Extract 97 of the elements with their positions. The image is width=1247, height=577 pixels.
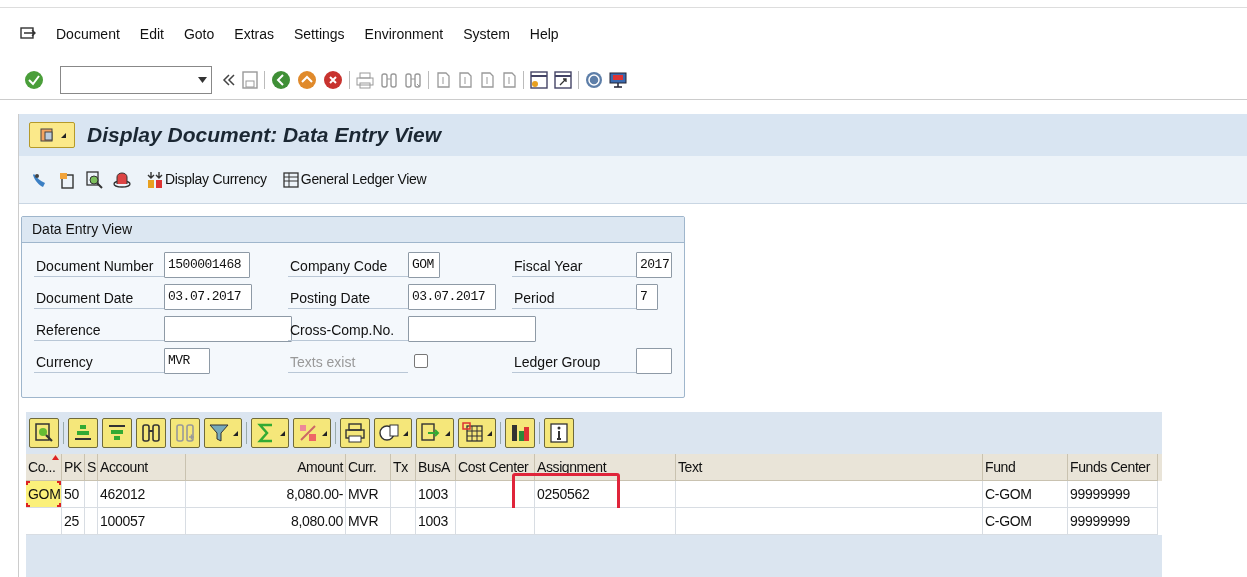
views-button[interactable] xyxy=(374,418,412,448)
graphic-button[interactable] xyxy=(505,418,535,448)
views-icon xyxy=(378,422,400,444)
table-cell xyxy=(391,508,416,535)
layout-icon xyxy=(462,422,484,444)
input-field[interactable] xyxy=(636,348,672,374)
find-next-icon[interactable] xyxy=(404,70,422,89)
find-next-button[interactable] xyxy=(170,418,200,448)
help-icon[interactable] xyxy=(585,70,603,89)
check-icon[interactable] xyxy=(24,69,44,90)
find-icon[interactable] xyxy=(380,70,398,89)
information-icon xyxy=(548,422,570,444)
table-cell xyxy=(391,481,416,508)
table-cell: 99999999 xyxy=(1068,481,1158,508)
caret-icon xyxy=(403,430,408,436)
menu-item[interactable]: Environment xyxy=(364,23,444,45)
print-preview-button[interactable] xyxy=(340,418,370,448)
menu-item[interactable]: Goto xyxy=(183,23,215,45)
details-button[interactable] xyxy=(29,418,59,448)
table-cell: 25 xyxy=(62,508,85,535)
table-cell: 99999999 xyxy=(1068,508,1158,535)
caret-icon xyxy=(445,430,450,436)
shortcut-icon[interactable] xyxy=(554,70,572,89)
sort-descending-button[interactable] xyxy=(102,418,132,448)
print-preview-icon xyxy=(344,422,366,444)
find-icon xyxy=(140,422,162,444)
menu-item[interactable]: Help xyxy=(529,23,559,45)
caret-icon xyxy=(487,430,492,436)
new-session-icon[interactable] xyxy=(530,70,548,89)
graphic-icon xyxy=(509,422,531,444)
collapse-icon[interactable] xyxy=(222,72,236,87)
table-cell: 100057 xyxy=(98,508,186,535)
table-cell: 1003 xyxy=(416,481,456,508)
sort-indicator-icon xyxy=(52,455,59,460)
document-change-icon[interactable] xyxy=(59,170,75,189)
table-cell xyxy=(85,508,98,535)
table-cell xyxy=(85,481,98,508)
table-cell: 50 xyxy=(62,481,85,508)
magnifier-document-icon[interactable] xyxy=(85,170,103,189)
hat-icon[interactable] xyxy=(113,170,131,189)
sort-ascending-button[interactable] xyxy=(68,418,98,448)
document-icon xyxy=(38,127,55,143)
filter-icon xyxy=(208,422,230,444)
dropdown-icon xyxy=(198,76,207,83)
menu-icon[interactable] xyxy=(20,27,36,41)
subtotal-button[interactable] xyxy=(293,418,331,448)
total-button[interactable] xyxy=(251,418,289,448)
input-field[interactable]: MVR xyxy=(164,348,210,374)
menu-item[interactable]: Document xyxy=(56,23,120,45)
export-icon xyxy=(420,422,442,444)
input-field[interactable] xyxy=(408,316,536,342)
details-icon xyxy=(33,422,55,444)
group-title: Data Entry View xyxy=(22,217,684,243)
input-field[interactable]: 7 xyxy=(636,284,658,310)
input-field[interactable]: 03.07.2017 xyxy=(408,284,496,310)
general-ledger-view-button[interactable]: General Ledger View xyxy=(282,169,427,190)
subtotal-icon xyxy=(297,422,319,444)
layout-button[interactable] xyxy=(458,418,496,448)
table-cell: 462012 xyxy=(98,481,186,508)
caret-icon xyxy=(233,430,238,436)
back-icon[interactable] xyxy=(271,69,291,90)
table-cell: 8,080.00- xyxy=(186,481,346,508)
caret-icon xyxy=(280,430,285,436)
currency-icon xyxy=(147,170,163,189)
exit-icon[interactable] xyxy=(297,69,317,90)
information-button[interactable] xyxy=(544,418,574,448)
field-label: Texts exist xyxy=(288,349,408,373)
cancel-icon[interactable] xyxy=(323,69,343,90)
display-currency-button[interactable]: Display Currency xyxy=(147,169,267,190)
table-cell: MVR xyxy=(346,508,391,535)
monitor-icon[interactable] xyxy=(609,70,627,89)
menu-item[interactable]: Settings xyxy=(294,23,345,45)
command-field[interactable] xyxy=(60,65,212,94)
export-button[interactable] xyxy=(416,418,454,448)
input-field[interactable]: 2017 xyxy=(636,252,672,278)
input-field[interactable] xyxy=(164,316,292,342)
table-cell xyxy=(26,508,62,535)
table-cell: 1003 xyxy=(416,508,456,535)
input-field[interactable]: 1500001468 xyxy=(164,252,250,278)
menu-item[interactable]: Edit xyxy=(139,23,164,45)
table-cell: C-GOM xyxy=(983,481,1068,508)
caret-icon xyxy=(60,132,66,138)
find-next-icon xyxy=(174,422,196,444)
screen-title: Display Document: Data Entry View xyxy=(87,122,441,149)
table-cell: MVR xyxy=(346,481,391,508)
table-cell: GOM xyxy=(26,481,62,508)
menu-item[interactable]: Extras xyxy=(234,23,274,45)
menu-button[interactable] xyxy=(29,122,75,148)
table-cell: 8,080.00 xyxy=(186,508,346,535)
input-field[interactable]: GOM xyxy=(408,252,440,278)
menu-item[interactable]: System xyxy=(463,23,510,45)
caret-icon xyxy=(322,430,327,436)
input-field[interactable]: 03.07.2017 xyxy=(164,284,252,310)
ledger-icon xyxy=(282,170,299,189)
table-cell: C-GOM xyxy=(983,508,1068,535)
find-button[interactable] xyxy=(136,418,166,448)
filter-button[interactable] xyxy=(204,418,242,448)
